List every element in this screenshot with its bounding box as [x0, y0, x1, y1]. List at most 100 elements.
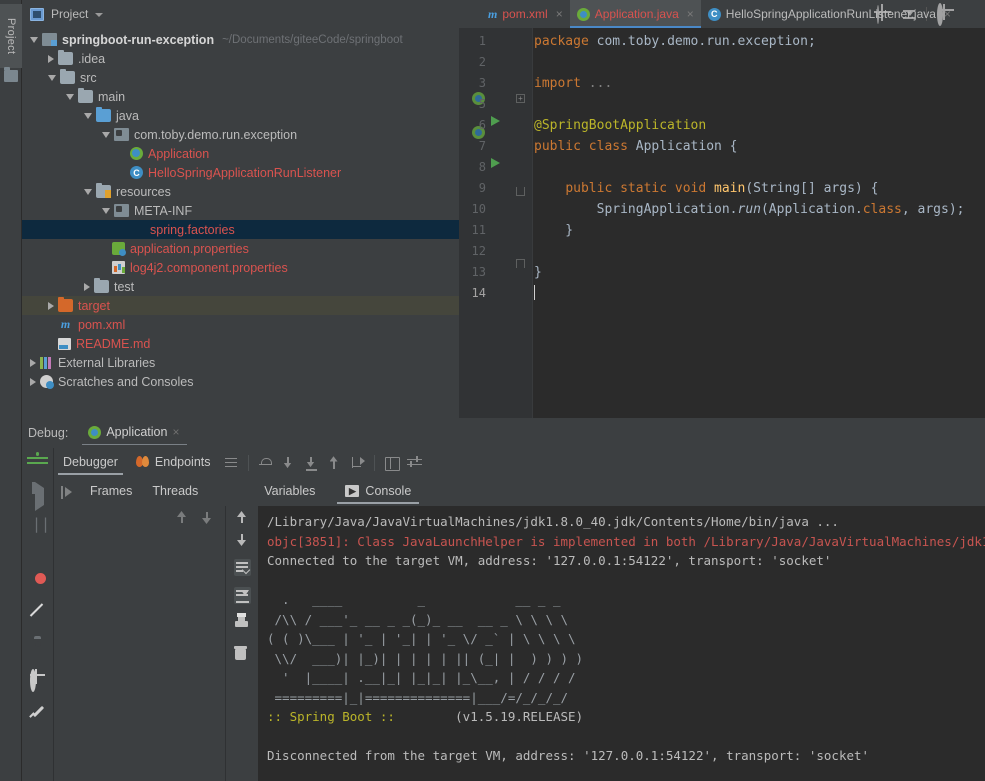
tree-item-hellospringapplicationrunlistener[interactable]: C HelloSpringApplicationRunListener: [22, 163, 459, 182]
frames-pane[interactable]: [54, 506, 226, 781]
chevron-down-icon[interactable]: [95, 13, 104, 17]
console-line: . ____ _ __ _ _: [267, 592, 561, 607]
step-out-icon[interactable]: [326, 455, 343, 472]
tree-expand-arrow[interactable]: [66, 93, 74, 100]
tree-expand-arrow[interactable]: [30, 358, 36, 367]
clear-all-icon[interactable]: [234, 646, 251, 663]
console-line: ' |____| .__|_| |_|_| |_\__, | / / / /: [267, 670, 576, 685]
tree-item-target[interactable]: target: [22, 296, 459, 315]
sub-tab-label: Variables: [264, 484, 316, 498]
sidebar-tab-project[interactable]: Project: [0, 4, 22, 68]
stop-icon[interactable]: [30, 544, 47, 561]
editor-tab-pom[interactable]: m pom.xml ×: [481, 0, 570, 28]
tree-expand-arrow[interactable]: [102, 207, 110, 214]
tree-expand-arrow[interactable]: [48, 54, 54, 63]
debug-config-tab[interactable]: Application ×: [82, 421, 188, 445]
sub-tab-variables[interactable]: Variables: [254, 480, 325, 504]
tree-item-log4j2-component-properties[interactable]: log4j2.component.properties: [22, 258, 459, 277]
sub-tab-threads[interactable]: Threads: [142, 480, 208, 504]
code-line: import ...: [534, 76, 613, 91]
step-into-icon[interactable]: [280, 455, 297, 472]
code-line: }: [534, 265, 542, 280]
editor-tab-hellospringlistener[interactable]: C HelloSpringApplicationRunListener.java…: [701, 0, 958, 28]
tree-item-test[interactable]: test: [22, 277, 459, 296]
restore-layout-icon[interactable]: [54, 485, 80, 499]
close-icon[interactable]: ×: [687, 7, 694, 21]
run-arrow-icon[interactable]: [491, 116, 500, 126]
mute-breakpoints-icon[interactable]: [30, 604, 47, 621]
editor-gutter[interactable]: + 1 2 3 5 6 7 8 9 10 11 12 13 14: [459, 28, 532, 418]
force-step-into-icon[interactable]: [303, 455, 320, 472]
editor-tab-application[interactable]: Application.java ×: [569, 0, 701, 28]
line-number: 8: [478, 160, 486, 174]
scroll-up-icon[interactable]: [234, 510, 251, 527]
tree-expand-arrow[interactable]: [102, 131, 110, 138]
folder-icon: [94, 277, 109, 293]
print-icon[interactable]: [234, 613, 251, 634]
tree-item-scratches-and-consoles[interactable]: Scratches and Consoles: [22, 372, 459, 391]
console-output[interactable]: /Library/Java/JavaVirtualMachines/jdk1.8…: [258, 506, 985, 781]
tab-endpoints[interactable]: Endpoints: [127, 452, 220, 475]
tree-item-java[interactable]: java: [22, 106, 459, 125]
tree-item-external-libraries[interactable]: External Libraries: [22, 353, 459, 372]
debug-bug-icon[interactable]: [30, 454, 47, 471]
tree-item-meta-inf[interactable]: META-INF: [22, 201, 459, 220]
scroll-to-end-icon[interactable]: [234, 587, 251, 604]
tree-item-label: application.properties: [130, 241, 249, 256]
camera-icon[interactable]: [30, 639, 47, 656]
scroll-down-icon[interactable]: [234, 532, 251, 549]
project-folder-icon[interactable]: [4, 67, 18, 82]
tree-expand-arrow[interactable]: [48, 301, 54, 310]
pin-tab-icon[interactable]: [30, 704, 47, 721]
fold-region-icon[interactable]: [516, 259, 525, 268]
tree-expand-arrow[interactable]: [30, 36, 38, 43]
tree-expand-arrow[interactable]: [30, 377, 36, 386]
run-arrow-icon[interactable]: [491, 158, 500, 168]
sub-tab-frames[interactable]: Frames: [80, 480, 142, 504]
close-icon[interactable]: ×: [172, 425, 179, 439]
close-icon[interactable]: ×: [944, 7, 951, 21]
tree-expand-arrow[interactable]: [48, 74, 56, 81]
code-line: @SpringBootApplication: [534, 118, 707, 133]
soft-wrap-icon[interactable]: [234, 559, 251, 576]
tree-item-label: spring.factories: [150, 222, 235, 237]
editor-code-area[interactable]: package com.toby.demo.run.exception; imp…: [532, 28, 985, 418]
evaluate-expression-icon[interactable]: [383, 455, 400, 472]
layout-settings-icon[interactable]: [406, 455, 423, 472]
tree-item-src[interactable]: src: [22, 68, 459, 87]
tree-item-spring-factories[interactable]: spring.factories: [22, 220, 459, 239]
debug-header: Debug: Application ×: [22, 418, 985, 448]
pause-program-icon[interactable]: ||: [32, 516, 50, 533]
tree-item-readme-md[interactable]: README.md: [22, 334, 459, 353]
tree-expand-arrow[interactable]: [84, 112, 92, 119]
line-number: 6: [478, 118, 486, 132]
debugger-toolbar: Debugger Endpoints: [54, 448, 985, 478]
tree-item--idea[interactable]: .idea: [22, 49, 459, 68]
tree-item-springboot-run-exception[interactable]: springboot-run-exception ~/Documents/gite…: [22, 30, 459, 49]
tree-expand-arrow[interactable]: [84, 188, 92, 195]
fold-region-icon[interactable]: [516, 187, 525, 196]
sub-tab-console[interactable]: ▶ Console: [335, 480, 421, 504]
tree-item-main[interactable]: main: [22, 87, 459, 106]
tree-item-com-toby-demo-run-exception[interactable]: com.toby.demo.run.exception: [22, 125, 459, 144]
tab-debugger[interactable]: Debugger: [54, 452, 127, 475]
step-over-icon[interactable]: [257, 455, 274, 472]
show-execution-point-icon[interactable]: [223, 455, 240, 472]
line-number: 14: [471, 286, 486, 300]
tree-item-pom-xml[interactable]: m pom.xml: [22, 315, 459, 334]
tree-item-application-properties[interactable]: application.properties: [22, 239, 459, 258]
fold-expand-icon[interactable]: +: [516, 94, 525, 103]
tree-expand-arrow[interactable]: [84, 282, 90, 291]
view-breakpoints-icon[interactable]: [30, 575, 47, 592]
project-tree[interactable]: springboot-run-exception ~/Documents/gite…: [22, 28, 459, 418]
frames-up-arrow-icon[interactable]: [174, 510, 189, 525]
code-editor[interactable]: + 1 2 3 5 6 7 8 9 10 11 12 13 14 package com.toby.de…: [459, 28, 985, 418]
maven-icon: m: [60, 317, 71, 331]
resume-program-icon[interactable]: [35, 482, 52, 511]
settings-icon[interactable]: [30, 669, 47, 692]
run-to-cursor-icon[interactable]: [349, 455, 366, 472]
tree-item-resources[interactable]: resources: [22, 182, 459, 201]
close-icon[interactable]: ×: [556, 7, 563, 21]
tree-item-application[interactable]: Application: [22, 144, 459, 163]
frames-down-arrow-icon[interactable]: [199, 510, 214, 525]
